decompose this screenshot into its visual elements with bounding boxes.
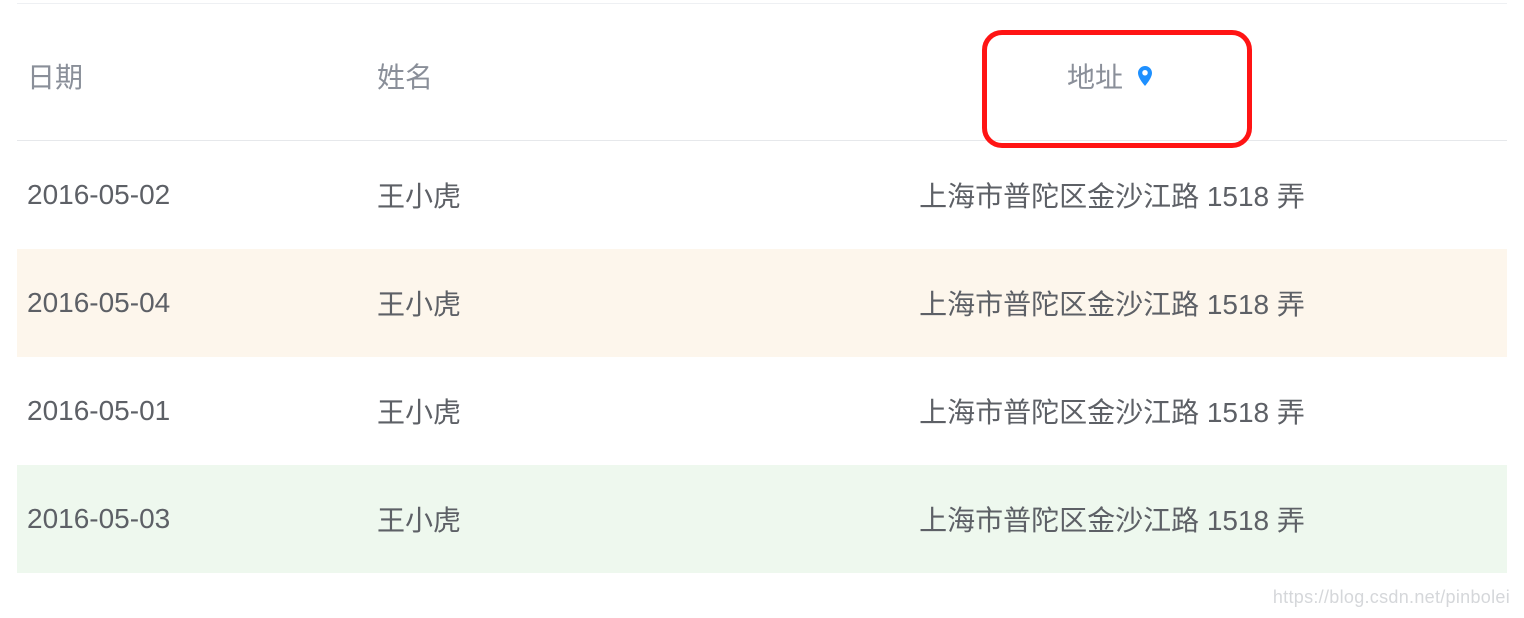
table-row[interactable]: 2016-05-01王小虎上海市普陀区金沙江路 1518 弄 [17, 357, 1507, 465]
cell-address: 上海市普陀区金沙江路 1518 弄 [727, 249, 1507, 357]
table-header-row: 日期 姓名 地址 [17, 12, 1507, 141]
column-header-address[interactable]: 地址 [727, 12, 1507, 141]
cell-name: 王小虎 [367, 141, 727, 250]
column-header-date[interactable]: 日期 [17, 12, 367, 141]
table-row[interactable]: 2016-05-02王小虎上海市普陀区金沙江路 1518 弄 [17, 141, 1507, 250]
cell-date: 2016-05-04 [17, 249, 367, 357]
column-header-name-label: 姓名 [377, 56, 433, 96]
table-body: 2016-05-02王小虎上海市普陀区金沙江路 1518 弄2016-05-04… [17, 141, 1507, 574]
cell-name: 王小虎 [367, 465, 727, 573]
column-header-name[interactable]: 姓名 [367, 12, 727, 141]
table-row[interactable]: 2016-05-04王小虎上海市普陀区金沙江路 1518 弄 [17, 249, 1507, 357]
data-table: 日期 姓名 地址 2016-05-02王小虎上海市普陀区金沙江 [17, 12, 1507, 573]
column-header-date-label: 日期 [27, 56, 83, 96]
cell-address: 上海市普陀区金沙江路 1518 弄 [727, 357, 1507, 465]
divider-top [17, 2, 1507, 4]
cell-date: 2016-05-03 [17, 465, 367, 573]
cell-address: 上海市普陀区金沙江路 1518 弄 [727, 465, 1507, 573]
cell-name: 王小虎 [367, 249, 727, 357]
table-row[interactable]: 2016-05-03王小虎上海市普陀区金沙江路 1518 弄 [17, 465, 1507, 573]
cell-address: 上海市普陀区金沙江路 1518 弄 [727, 141, 1507, 250]
watermark-text: https://blog.csdn.net/pinbolei [1273, 587, 1510, 608]
cell-date: 2016-05-01 [17, 357, 367, 465]
cell-name: 王小虎 [367, 357, 727, 465]
location-pin-icon [1133, 64, 1157, 88]
column-header-address-label: 地址 [1067, 56, 1123, 96]
cell-date: 2016-05-02 [17, 141, 367, 250]
